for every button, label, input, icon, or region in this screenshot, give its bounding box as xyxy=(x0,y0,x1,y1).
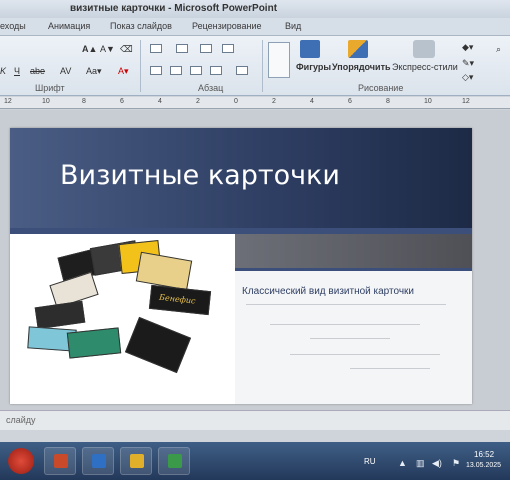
columns-icon[interactable] xyxy=(236,66,248,75)
tab-animation[interactable]: Анимация xyxy=(48,21,90,31)
network-icon[interactable]: ▥ xyxy=(416,458,425,469)
window-title: визитные карточки - Microsoft PowerPoint xyxy=(70,3,278,14)
divider xyxy=(310,338,390,339)
clock-time[interactable]: 16:52 xyxy=(474,450,494,459)
slide-editing-area[interactable]: Визитные карточки Бенефис Классический в… xyxy=(0,110,510,410)
tab-slideshow[interactable]: Показ слайдов xyxy=(110,21,172,31)
folder-icon xyxy=(130,454,144,468)
taskbar-item[interactable] xyxy=(158,447,190,475)
card-label: Бенефис xyxy=(158,292,196,306)
shapes-gallery[interactable] xyxy=(268,42,290,78)
align-center-icon[interactable] xyxy=(170,66,182,75)
slide[interactable]: Визитные карточки Бенефис Классический в… xyxy=(10,128,472,404)
increase-indent-icon[interactable] xyxy=(222,44,234,53)
divider xyxy=(290,354,440,355)
accent-stripe xyxy=(235,268,472,271)
ruler-mark: 6 xyxy=(348,98,352,105)
ruler-mark: 4 xyxy=(310,98,314,105)
slide-title[interactable]: Визитные карточки xyxy=(60,160,340,191)
notes-pane[interactable]: слайду xyxy=(0,410,510,430)
powerpoint-icon xyxy=(54,454,68,468)
slide-photo xyxy=(235,228,472,268)
effects-icon[interactable]: ◇▾ xyxy=(462,72,473,83)
ruler-mark: 8 xyxy=(386,98,390,105)
ruler-mark: 0 xyxy=(234,98,238,105)
separator xyxy=(262,40,263,92)
ruler-mark: 8 xyxy=(82,98,86,105)
card-image xyxy=(135,251,193,291)
divider xyxy=(350,368,430,369)
italic-icon[interactable]: K xyxy=(0,66,6,76)
ruler-mark: 2 xyxy=(196,98,200,105)
group-label-font: Шрифт xyxy=(35,83,65,93)
bullets-icon[interactable] xyxy=(150,44,162,53)
tray-up-icon[interactable]: ▲ xyxy=(398,458,407,468)
tab-review[interactable]: Рецензирование xyxy=(192,21,262,31)
horizontal-ruler[interactable]: 12 10 8 6 4 2 0 2 4 6 8 10 12 xyxy=(0,97,510,109)
shrink-font-icon[interactable]: A▼ xyxy=(100,44,115,54)
screen: визитные карточки - Microsoft PowerPoint… xyxy=(0,0,510,480)
shapes-button[interactable]: Фигуры xyxy=(296,62,331,72)
divider xyxy=(246,304,446,305)
change-case-icon[interactable]: Aa▾ xyxy=(86,66,102,77)
underline-icon[interactable]: Ч xyxy=(14,66,20,76)
ruler-mark: 4 xyxy=(158,98,162,105)
align-left-icon[interactable] xyxy=(150,66,162,75)
strikethrough-icon[interactable]: abe xyxy=(30,66,45,76)
quick-styles-button[interactable]: Экспресс-стили xyxy=(392,62,458,72)
ruler-mark: 12 xyxy=(4,98,12,105)
notes-placeholder: слайду xyxy=(6,415,36,425)
ruler-mark: 10 xyxy=(42,98,50,105)
taskbar-item[interactable] xyxy=(82,447,114,475)
grow-font-icon[interactable]: A▲ xyxy=(82,44,97,54)
ruler-mark: 2 xyxy=(272,98,276,105)
separator xyxy=(140,40,141,92)
app-icon xyxy=(168,454,182,468)
spacing-icon[interactable]: AV xyxy=(60,66,71,76)
align-right-icon[interactable] xyxy=(190,66,202,75)
shapes-icon xyxy=(300,40,320,58)
tab-view[interactable]: Вид xyxy=(285,21,301,31)
clock-date[interactable]: 13.05.2025 xyxy=(466,462,501,469)
group-label-drawing: Рисование xyxy=(358,83,404,93)
ruler-mark: 10 xyxy=(424,98,432,105)
ruler-mark: 12 xyxy=(462,98,470,105)
divider xyxy=(270,324,420,325)
card-image xyxy=(34,300,86,330)
ribbon: A▲ A▼ ⌫ K Ч abe AV Aa▾ A▾ Шрифт Абзац Фи… xyxy=(0,36,510,96)
tab-transitions[interactable]: еходы xyxy=(0,21,26,31)
app-icon xyxy=(92,454,106,468)
numbering-icon[interactable] xyxy=(176,44,188,53)
title-bar: визитные карточки - Microsoft PowerPoint xyxy=(0,0,510,18)
card-image xyxy=(124,316,192,374)
taskbar: RU ▲ ▥ ◀) ⚑ 16:52 13.05.2025 xyxy=(0,442,510,480)
arrange-button[interactable]: Упорядочить xyxy=(332,62,391,72)
slide-subtitle[interactable]: Классический вид визитной карточки xyxy=(242,286,414,297)
card-image: Бенефис xyxy=(148,284,212,316)
group-label-paragraph: Абзац xyxy=(198,83,224,93)
start-button[interactable] xyxy=(8,448,34,474)
font-color-icon[interactable]: A▾ xyxy=(118,66,129,77)
taskbar-item[interactable] xyxy=(120,447,152,475)
card-image xyxy=(66,327,122,359)
ribbon-tabs: еходы Анимация Показ слайдов Рецензирова… xyxy=(0,18,510,36)
outline-icon[interactable]: ✎▾ xyxy=(462,58,474,69)
decrease-indent-icon[interactable] xyxy=(200,44,212,53)
arrange-icon xyxy=(348,40,368,58)
clear-format-icon[interactable]: ⌫ xyxy=(120,44,133,55)
language-indicator[interactable]: RU xyxy=(364,457,376,466)
quick-styles-icon xyxy=(413,40,435,58)
flag-icon[interactable]: ⚑ xyxy=(452,458,460,469)
ruler-mark: 6 xyxy=(120,98,124,105)
find-icon[interactable]: ⌕ xyxy=(496,44,501,55)
taskbar-item[interactable] xyxy=(44,447,76,475)
justify-icon[interactable] xyxy=(210,66,222,75)
business-cards-image[interactable]: Бенефис xyxy=(10,234,235,404)
volume-icon[interactable]: ◀) xyxy=(432,458,442,469)
fill-icon[interactable]: ◆▾ xyxy=(462,42,473,53)
